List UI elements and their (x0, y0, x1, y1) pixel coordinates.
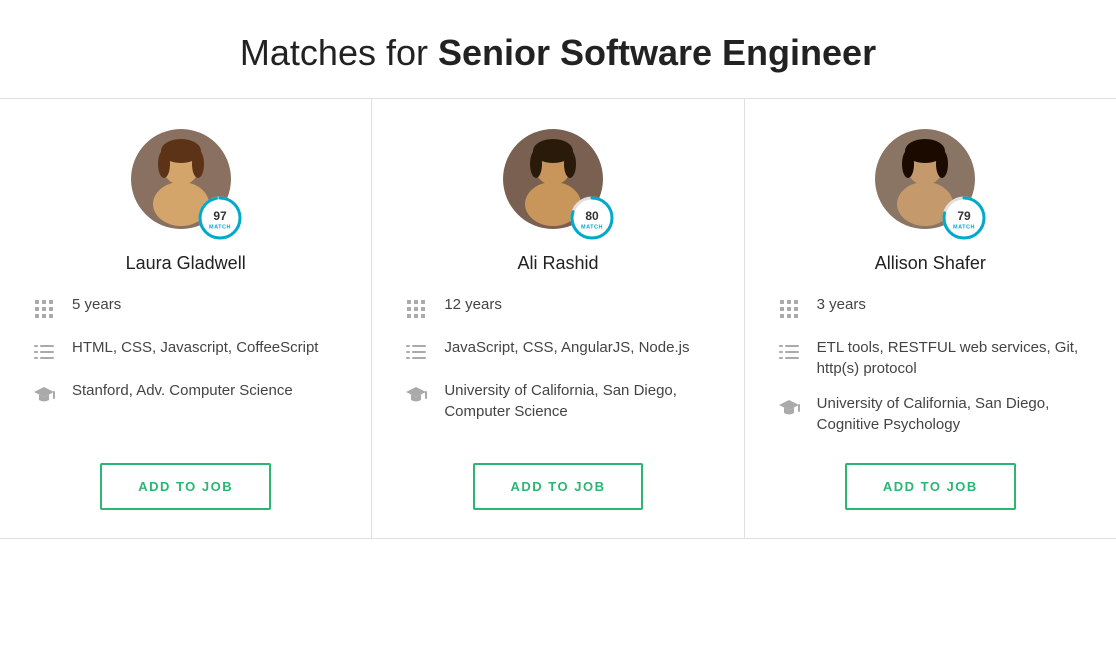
skills-text: HTML, CSS, Javascript, CoffeeScript (72, 337, 318, 358)
candidate-name: Allison Shafer (875, 253, 986, 274)
detail-list: 12 years JavaScript, CSS, AngularJS, Nod… (402, 294, 713, 422)
candidate-card-laura: 97 MATCH Laura Gladwell 5 years HTML (0, 99, 372, 538)
education-item: University of California, San Diego, Cog… (775, 393, 1086, 435)
experience-text: 5 years (72, 294, 121, 315)
match-badge: 97 MATCH (195, 193, 245, 243)
experience-item: 12 years (402, 294, 713, 323)
education-item: Stanford, Adv. Computer Science (30, 380, 341, 409)
experience-text: 3 years (817, 294, 866, 315)
candidate-card-ali: 80 MATCH Ali Rashid 12 years JavaScr (372, 99, 744, 538)
experience-item: 3 years (775, 294, 1086, 323)
avatar-wrapper: 97 MATCH (131, 129, 241, 239)
list-icon (775, 338, 803, 366)
education-icon (30, 381, 58, 409)
detail-list: 5 years HTML, CSS, Javascript, CoffeeScr… (30, 294, 341, 409)
education-item: University of California, San Diego, Com… (402, 380, 713, 422)
avatar-wrapper: 80 MATCH (503, 129, 613, 239)
svg-text:MATCH: MATCH (581, 224, 603, 230)
skills-item: HTML, CSS, Javascript, CoffeeScript (30, 337, 341, 366)
skills-item: ETL tools, RESTFUL web services, Git, ht… (775, 337, 1086, 379)
svg-text:97: 97 (213, 209, 227, 223)
experience-text: 12 years (444, 294, 502, 315)
building-icon (775, 295, 803, 323)
education-icon (775, 394, 803, 422)
education-text: University of California, San Diego, Com… (444, 380, 713, 422)
building-icon (402, 295, 430, 323)
candidates-grid: 97 MATCH Laura Gladwell 5 years HTML (0, 99, 1116, 539)
page-title: Matches for Senior Software Engineer (0, 0, 1116, 99)
match-badge: 79 MATCH (939, 193, 989, 243)
avatar-wrapper: 79 MATCH (875, 129, 985, 239)
list-icon (402, 338, 430, 366)
list-icon (30, 338, 58, 366)
education-text: Stanford, Adv. Computer Science (72, 380, 293, 401)
skills-text: JavaScript, CSS, AngularJS, Node.js (444, 337, 689, 358)
svg-text:79: 79 (958, 209, 972, 223)
experience-item: 5 years (30, 294, 341, 323)
candidate-card-allison: 79 MATCH Allison Shafer 3 years ETL (745, 99, 1116, 538)
svg-text:MATCH: MATCH (953, 224, 975, 230)
add-to-job-button[interactable]: ADD TO JOB (100, 463, 271, 510)
skills-text: ETL tools, RESTFUL web services, Git, ht… (817, 337, 1086, 379)
add-to-job-button[interactable]: ADD TO JOB (845, 463, 1016, 510)
skills-item: JavaScript, CSS, AngularJS, Node.js (402, 337, 713, 366)
candidate-name: Ali Rashid (517, 253, 598, 274)
building-icon (30, 295, 58, 323)
education-icon (402, 381, 430, 409)
svg-text:MATCH: MATCH (209, 224, 231, 230)
education-text: University of California, San Diego, Cog… (817, 393, 1086, 435)
match-badge: 80 MATCH (567, 193, 617, 243)
svg-text:80: 80 (585, 209, 599, 223)
add-to-job-button[interactable]: ADD TO JOB (473, 463, 644, 510)
candidate-name: Laura Gladwell (126, 253, 246, 274)
detail-list: 3 years ETL tools, RESTFUL web services,… (775, 294, 1086, 435)
